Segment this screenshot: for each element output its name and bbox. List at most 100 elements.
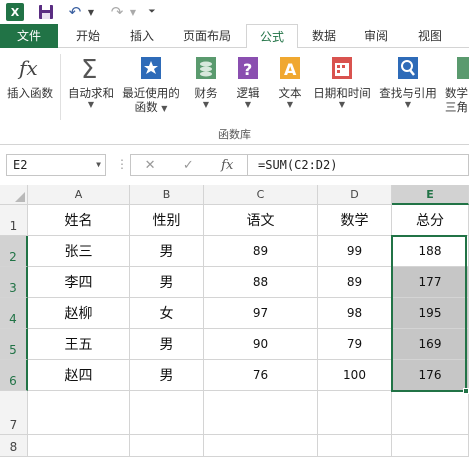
cell-e6[interactable]: 176 [392,360,469,391]
column-header-e[interactable]: E [392,185,469,205]
cell-e5[interactable]: 169 [392,329,469,360]
cell-d2[interactable]: 99 [318,236,392,267]
financial-label: 财务 [194,86,218,100]
formula-bar-grip-icon[interactable]: ⋮ [116,155,128,173]
cell-d7[interactable] [318,391,392,435]
cell-a2[interactable]: 张三 [28,236,130,267]
cell-e8[interactable] [392,435,469,457]
chevron-down-icon[interactable]: ▼ [96,155,101,175]
cell-d4[interactable]: 98 [318,298,392,329]
column-header-b[interactable]: B [130,185,204,205]
autosum-button[interactable]: Σ 自动求和 ▼ [64,54,118,110]
row-header-7[interactable]: 7 [0,391,28,435]
cell-c5[interactable]: 90 [204,329,318,360]
tab-formulas[interactable]: 公式 [246,24,298,49]
insert-function-button[interactable]: fx 插入函数 [2,54,58,100]
text-label: 文本 [278,86,302,100]
cell-e7[interactable] [392,391,469,435]
cell-a7[interactable] [28,391,130,435]
cell-b7[interactable] [130,391,204,435]
cell-e4[interactable]: 195 [392,298,469,329]
cell-a4[interactable]: 赵柳 [28,298,130,329]
cell-a6[interactable]: 赵四 [28,360,130,391]
insert-function-label: 插入函数 [7,86,53,100]
formula-input[interactable]: =SUM(C2:D2) [248,154,469,176]
function-fx-icon: fx [17,56,38,80]
chevron-down-icon: ▼ [161,104,168,113]
cell-b3[interactable]: 男 [130,267,204,298]
tab-review[interactable]: 审阅 [350,24,402,48]
cell-d1[interactable]: 数学 [318,205,392,236]
financial-button[interactable]: 财务 ▼ [186,54,226,110]
cell-c1[interactable]: 语文 [204,205,318,236]
tab-page-layout[interactable]: 页面布局 [168,24,246,48]
cell-d3[interactable]: 89 [318,267,392,298]
cell-c8[interactable] [204,435,318,457]
fill-handle[interactable] [463,388,469,394]
cell-e3[interactable]: 177 [392,267,469,298]
column-header-a[interactable]: A [28,185,130,205]
row-header-6[interactable]: 6 [0,360,28,391]
chevron-down-icon: ▼ [87,100,95,109]
math-trig-button[interactable]: 数学 三角函 [445,54,469,114]
row-header-1[interactable]: 1 [0,205,28,236]
row-header-3[interactable]: 3 [0,267,28,298]
cell-a1[interactable]: 姓名 [28,205,130,236]
cell-b5[interactable]: 男 [130,329,204,360]
cancel-icon[interactable]: ✕ [145,158,156,173]
formula-bar: E2 ▼ ⋮ ✕ ✓ fx =SUM(C2:D2) [0,145,469,185]
redo-dropdown-icon[interactable]: ▼ [128,3,138,21]
row-header-2[interactable]: 2 [0,236,28,267]
cell-e2[interactable]: 188 [392,236,469,267]
excel-logo-icon: X [6,3,24,21]
undo-dropdown-icon[interactable]: ▼ [86,3,96,21]
svg-text:Σ: Σ [81,55,97,82]
enter-check-icon[interactable]: ✓ [183,158,194,173]
name-box[interactable]: E2 ▼ [6,154,106,176]
row-header-8[interactable]: 8 [0,435,28,457]
autosum-label: 自动求和 [68,86,114,100]
cell-d6[interactable]: 100 [318,360,392,391]
redo-icon[interactable]: ↷ [108,3,126,21]
tab-data[interactable]: 数据 [298,24,350,48]
chevron-down-icon: ▼ [202,100,210,109]
row-header-4[interactable]: 4 [0,298,28,329]
cell-a3[interactable]: 李四 [28,267,130,298]
column-header-c[interactable]: C [204,185,318,205]
insert-function-fx-icon[interactable]: fx [221,158,233,173]
cell-c4[interactable]: 97 [204,298,318,329]
text-button[interactable]: A 文本 ▼ [270,54,310,110]
cell-c2[interactable]: 89 [204,236,318,267]
cell-c7[interactable] [204,391,318,435]
cell-d5[interactable]: 79 [318,329,392,360]
cell-c3[interactable]: 88 [204,267,318,298]
cell-e1[interactable]: 总分 [392,205,469,236]
row-header-5[interactable]: 5 [0,329,28,360]
save-icon[interactable] [38,3,54,21]
logical-question-icon: ? [238,57,258,79]
customize-toolbar-icon[interactable]: ⏷ [146,3,158,21]
cell-b1[interactable]: 性别 [130,205,204,236]
tab-view[interactable]: 视图 [402,24,458,48]
recently-used-label: 最近使用的 函数 [122,86,180,114]
cell-b6[interactable]: 男 [130,360,204,391]
cell-d8[interactable] [318,435,392,457]
cell-b4[interactable]: 女 [130,298,204,329]
cell-b2[interactable]: 男 [130,236,204,267]
cell-b8[interactable] [130,435,204,457]
select-all-corner[interactable] [0,185,28,205]
tab-home[interactable]: 开始 [60,24,116,48]
tab-file[interactable]: 文件 [0,24,58,48]
undo-icon[interactable]: ↶ [66,3,84,21]
cell-a5[interactable]: 王五 [28,329,130,360]
cell-a8[interactable] [28,435,130,457]
worksheet-grid[interactable]: A B C D E 1 2 3 4 5 6 7 8 姓名 性别 语文 数学 总分… [0,185,469,457]
tab-insert[interactable]: 插入 [116,24,168,48]
recently-used-button[interactable]: 最近使用的 函数 ▼ [118,54,184,114]
logical-button[interactable]: ? 逻辑 ▼ [228,54,268,110]
svg-text:A: A [284,60,297,79]
lookup-reference-button[interactable]: 查找与引用 ▼ [375,54,441,110]
cell-c6[interactable]: 76 [204,360,318,391]
column-header-d[interactable]: D [318,185,392,205]
date-time-button[interactable]: 日期和时间 ▼ [310,54,374,110]
